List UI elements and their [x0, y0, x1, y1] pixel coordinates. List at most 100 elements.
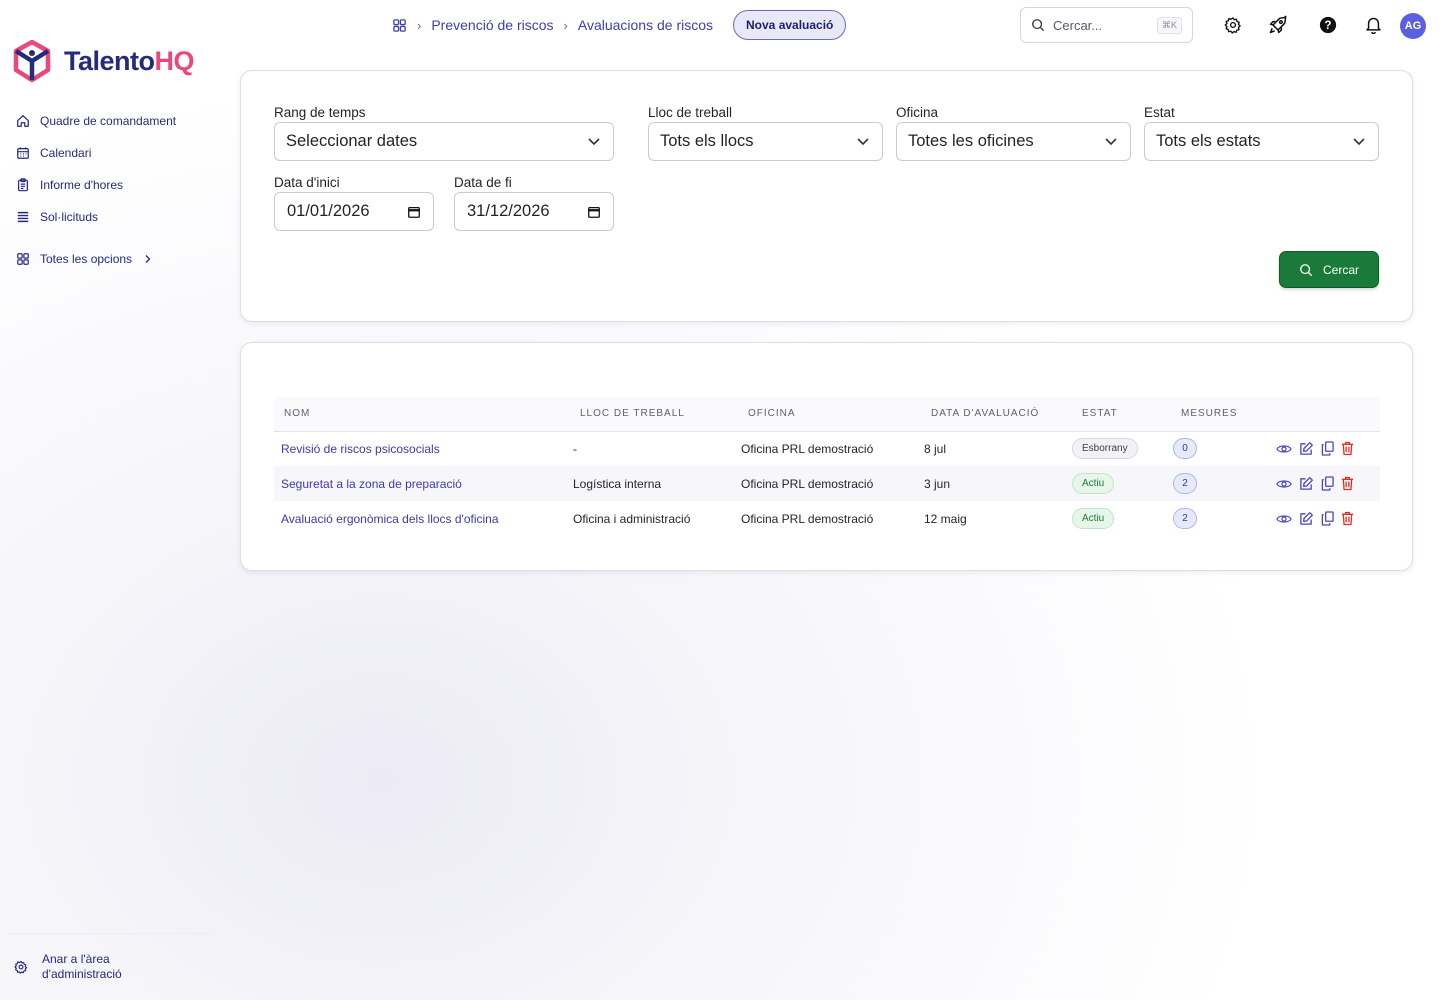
column-header-status[interactable]: Estat: [1072, 397, 1171, 431]
column-header-measures[interactable]: Mesures: [1171, 397, 1276, 431]
sidebar-item-label: Sol·licituds: [40, 209, 99, 224]
workplace-cell: Oficina i administració: [573, 511, 691, 526]
measures-count-badge: 0: [1173, 438, 1197, 460]
calendar-icon: [17, 146, 29, 159]
clipboard-icon: [18, 177, 28, 191]
end-date-value: 31/12/2026: [467, 202, 550, 220]
start-date-value: 01/01/2026: [287, 202, 370, 220]
assessments-table: Nom Lloc de treball Oficina Data d'avalu…: [274, 397, 1380, 536]
status-label: Estat: [1144, 105, 1175, 120]
workplace-cell: -: [573, 441, 577, 456]
settings-gear-icon[interactable]: [1222, 14, 1244, 36]
status-badge: Actiu: [1072, 473, 1115, 494]
measures-cell: 0: [1171, 431, 1276, 466]
sidebar-nav: Quadre de comandament Calendari Informe …: [16, 110, 216, 280]
view-eye-icon[interactable]: [1276, 478, 1292, 490]
gear-icon: [14, 960, 28, 974]
breadcrumb-risk-assessments[interactable]: Avaluacions de riscos: [578, 17, 713, 33]
workplace-select[interactable]: Tots els llocs: [648, 122, 883, 161]
view-eye-icon[interactable]: [1276, 443, 1292, 455]
date-cell: 8 jul: [924, 441, 947, 456]
column-header-name[interactable]: Nom: [274, 397, 570, 431]
sidebar-item-calendar[interactable]: Calendari: [16, 142, 216, 163]
user-avatar[interactable]: AG: [1400, 13, 1426, 39]
sidebar-item-dashboard[interactable]: Quadre de comandament: [16, 110, 216, 131]
status-badge: Actiu: [1072, 508, 1115, 529]
column-header-office[interactable]: Oficina: [738, 397, 921, 431]
actions-cell: [1276, 431, 1380, 466]
assessments-table-panel: Nom Lloc de treball Oficina Data d'avalu…: [240, 342, 1413, 571]
breadcrumb-separator-icon: ›: [563, 17, 568, 33]
office-select[interactable]: Totes les oficines: [896, 122, 1131, 161]
chevron-down-icon: [857, 138, 869, 146]
search-button[interactable]: Cercar: [1279, 251, 1379, 288]
delete-trash-icon[interactable]: [1341, 441, 1354, 456]
measures-count-badge: 2: [1173, 473, 1197, 494]
measures-cell: 2: [1171, 501, 1276, 536]
table-row: Revisió de riscos psicosocials - Oficina P…: [274, 431, 1380, 466]
office-cell: Oficina PRL demostració: [741, 441, 874, 456]
column-header-date[interactable]: Data d'avaluació: [921, 397, 1072, 431]
sidebar-item-timesheet[interactable]: Informe d'hores: [16, 174, 216, 195]
breadcrumb: › Prevenció de riscos › Avaluacions de r…: [392, 10, 847, 40]
duplicate-copy-icon[interactable]: [1321, 441, 1334, 456]
delete-trash-icon[interactable]: [1341, 476, 1354, 491]
status-select[interactable]: Tots els estats: [1144, 122, 1379, 161]
view-eye-icon[interactable]: [1276, 513, 1292, 525]
duplicate-copy-icon[interactable]: [1321, 511, 1334, 526]
workplace-value: Tots els llocs: [660, 132, 754, 150]
calendar-icon: [408, 206, 420, 218]
breadcrumb-risk-prevention[interactable]: Prevenció de riscos: [431, 17, 553, 33]
sidebar-divider: [8, 933, 213, 934]
svg-text:?: ?: [1324, 19, 1331, 32]
home-icon: [17, 114, 29, 127]
assessment-name-link[interactable]: Seguretat a la zona de preparació: [274, 466, 570, 501]
bell-icon[interactable]: [1362, 14, 1384, 36]
global-search[interactable]: Cercar... ⌘K: [1020, 7, 1193, 43]
search-shortcut: ⌘K: [1156, 16, 1182, 34]
admin-area-link[interactable]: Anar a l'àrea d'administració: [14, 952, 122, 982]
admin-link-line1: Anar a l'àrea: [42, 952, 110, 966]
sidebar-item-label: Calendari: [40, 145, 92, 160]
search-icon: [1032, 19, 1045, 32]
list-icon: [17, 211, 29, 222]
search-icon: [1300, 263, 1313, 276]
help-icon[interactable]: ?: [1317, 14, 1339, 36]
status-cell: Esborrany: [1072, 431, 1171, 466]
search-input[interactable]: Cercar...: [1053, 18, 1149, 33]
brand-name: TalentoHQ: [64, 46, 194, 77]
office-cell: Oficina PRL demostració: [741, 511, 874, 526]
duplicate-copy-icon[interactable]: [1321, 476, 1334, 491]
table-header-row: Nom Lloc de treball Oficina Data d'avalu…: [274, 397, 1380, 431]
chevron-down-icon: [588, 138, 600, 146]
status-value: Tots els estats: [1156, 132, 1261, 150]
date-cell: 3 jun: [924, 476, 951, 491]
office-cell: Oficina PRL demostració: [741, 476, 874, 491]
end-date-input[interactable]: 31/12/2026: [454, 192, 614, 231]
measures-count-badge: 2: [1173, 508, 1197, 529]
assessment-name-link[interactable]: Revisió de riscos psicosocials: [274, 431, 570, 466]
assessment-name-link[interactable]: Avaluació ergonòmica dels llocs d'oficin…: [274, 501, 570, 536]
delete-trash-icon[interactable]: [1341, 511, 1354, 526]
search-button-label: Cercar: [1322, 262, 1359, 277]
edit-pencil-icon[interactable]: [1299, 441, 1314, 456]
sidebar-item-all-options[interactable]: Totes les opcions: [16, 248, 216, 269]
edit-pencil-icon[interactable]: [1299, 476, 1314, 491]
rocket-icon[interactable]: [1267, 14, 1289, 36]
edit-pencil-icon[interactable]: [1299, 511, 1314, 526]
apps-grid-icon[interactable]: [392, 18, 407, 33]
column-header-workplace[interactable]: Lloc de treball: [570, 397, 738, 431]
brand-name-part1: Talento: [64, 45, 155, 76]
workplace-label: Lloc de treball: [648, 105, 733, 120]
workplace-cell: Logística interna: [573, 476, 662, 491]
time-range-label: Rang de temps: [274, 105, 366, 120]
new-assessment-button[interactable]: Nova avaluació: [733, 10, 847, 40]
chevron-down-icon: [1353, 138, 1365, 146]
time-range-select[interactable]: Seleccionar dates: [274, 122, 614, 161]
sidebar-item-requests[interactable]: Sol·licituds: [16, 206, 216, 227]
table-row: Avaluació ergonòmica dels llocs d'oficin…: [274, 501, 1380, 536]
table-row: Seguretat a la zona de preparació Logísti…: [274, 466, 1380, 501]
start-date-input[interactable]: 01/01/2026: [274, 192, 434, 231]
measures-cell: 2: [1171, 466, 1276, 501]
actions-cell: [1276, 501, 1380, 536]
